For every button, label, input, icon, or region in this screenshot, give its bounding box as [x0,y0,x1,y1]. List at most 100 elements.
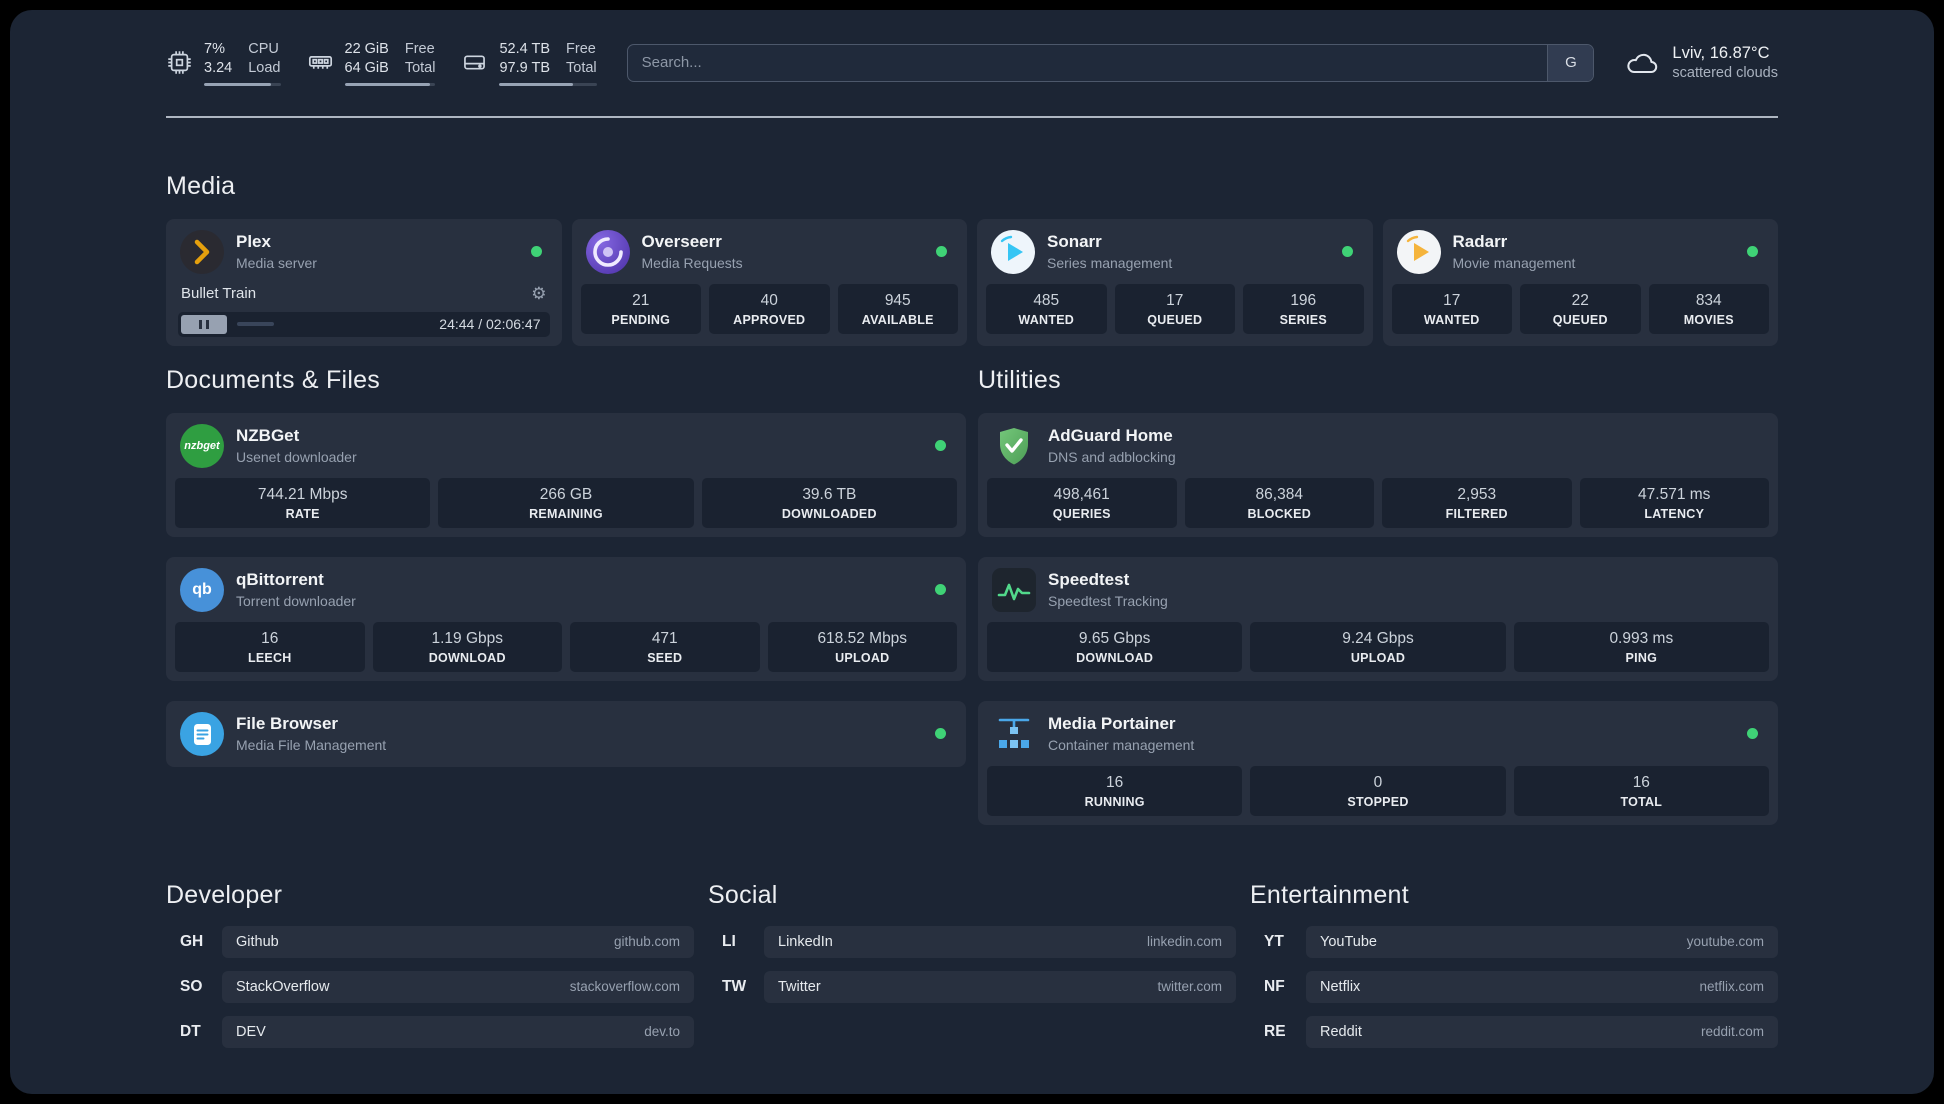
weather-condition: scattered clouds [1672,65,1778,82]
pause-button[interactable] [181,314,227,334]
playback-time: 24:44 / 02:06:47 [439,316,541,333]
entertainment-section-title: Entertainment [1250,880,1409,909]
qbittorrent-icon: qb [180,567,224,612]
stat-tile: 0 STOPPED [1250,765,1506,816]
bookmark-name: Reddit [1320,1023,1362,1040]
utilities-section-title: Utilities [978,365,1061,394]
stat-tile: 1.19 Gbps DOWNLOAD [372,621,562,672]
cloud-icon [1624,48,1660,78]
bookmark-name: Netflix [1320,978,1361,995]
stat-tile: 16 TOTAL [1513,765,1769,816]
bookmark-youtube[interactable]: YT YouTube youtube.com [1250,925,1778,958]
filebrowser-card[interactable]: File Browser Media File Management [166,700,966,767]
stat-tile: 471 SEED [570,621,760,672]
cpu-usage-bar [204,82,281,86]
status-dot [1341,246,1353,258]
developer-column: Developer GH Github github.com SO StackOv… [166,881,694,1048]
stat-tile: 21 PENDING [580,283,701,334]
bookmark-netflix[interactable]: NF Netflix netflix.com [1250,970,1778,1003]
bookmark-reddit[interactable]: RE Reddit reddit.com [1250,1015,1778,1048]
status-dot [1747,246,1758,258]
stat-tile: 266 GB REMAINING [438,477,694,528]
social-column: Social LI LinkedIn linkedin.com TW Twitte… [708,881,1236,1048]
sonarr-card[interactable]: Sonarr Series management 485 WANTED 17 Q… [977,218,1373,346]
cpu-labels: CPU Load [248,41,281,76]
plex-icon [180,229,224,274]
app-desc: Container management [1048,737,1195,754]
entertainment-column: Entertainment YT YouTube youtube.com NF N… [1250,881,1778,1048]
now-playing-title: Bullet Train [181,285,257,303]
app-desc: Series management [1047,255,1173,272]
radarr-icon [1396,229,1441,274]
bookmark-abbr: NF [1264,977,1285,995]
bookmark-url: netflix.com [1699,979,1764,995]
search-input[interactable] [627,44,1548,81]
radarr-card[interactable]: Radarr Movie management 17 WANTED 22 QUE… [1382,218,1778,346]
qbittorrent-card[interactable]: qb qBittorrent Torrent downloader 16 LEE… [166,556,966,681]
plex-now-playing: Bullet Train ⚙ 24:44 / 02:06:47 [175,284,553,337]
status-dot [530,246,542,258]
app-name: AdGuard Home [1048,426,1173,446]
documents-section-title: Documents & Files [166,365,381,394]
portainer-card[interactable]: Media Portainer Container management 16 … [978,700,1778,825]
media-progress-bar[interactable]: 24:44 / 02:06:47 [178,311,550,337]
app-name: NZBGet [236,426,300,446]
bookmark-twitter[interactable]: TW Twitter twitter.com [708,970,1236,1003]
speedtest-card[interactable]: Speedtest Speedtest Tracking 9.65 Gbps D… [978,556,1778,681]
stat-tile: 17 WANTED [1391,283,1512,334]
bookmark-name: DEV [236,1023,266,1040]
dashboard-window: 7% 3.24 CPU Load 22 GiB 64 GiB Free Tota… [10,10,1934,1094]
bookmark-url: stackoverflow.com [569,979,680,995]
disk-widget: 52.4 TB 97.9 TB Free Total [461,40,597,86]
bookmark-url: twitter.com [1157,979,1222,995]
bookmark-name: YouTube [1320,933,1377,950]
stat-tile: 39.6 TB DOWNLOADED [701,477,957,528]
bookmark-github[interactable]: GH Github github.com [166,925,694,958]
disk-icon [461,49,488,76]
search-provider-button[interactable]: G [1547,44,1594,81]
nzbget-icon: nzbget [180,423,224,468]
nzbget-card[interactable]: nzbget NZBGet Usenet downloader 744.21 M… [166,412,966,537]
bookmark-linkedin[interactable]: LI LinkedIn linkedin.com [708,925,1236,958]
bookmark-url: reddit.com [1700,1024,1764,1040]
bookmark-abbr: GH [180,932,204,950]
app-name: File Browser [236,714,339,734]
stat-tile: 16 RUNNING [987,765,1243,816]
speedtest-icon [992,567,1036,612]
stat-tile: 618.52 Mbps UPLOAD [767,621,957,672]
stat-tile: 9.65 Gbps DOWNLOAD [987,621,1243,672]
memory-values: 22 GiB 64 GiB [344,41,389,76]
bookmark-name: StackOverflow [236,978,330,995]
bookmark-dev[interactable]: DT DEV dev.to [166,1015,694,1048]
plex-card[interactable]: Plex Media server Bullet Train ⚙ 24:44 /… [166,218,562,346]
app-name: Media Portainer [1048,714,1176,734]
bookmark-stackoverflow[interactable]: SO StackOverflow stackoverflow.com [166,970,694,1003]
developer-section-title: Developer [166,880,283,909]
gear-icon[interactable]: ⚙ [531,284,546,304]
progress-track [237,315,429,334]
bookmark-name: Twitter [778,978,821,995]
status-dot [936,246,947,258]
status-dot [1747,728,1758,740]
bookmark-abbr: SO [180,977,203,995]
stat-tile: 86,384 BLOCKED [1184,477,1374,528]
stat-tile: 485 WANTED [986,283,1107,334]
cpu-values: 7% 3.24 [204,41,233,76]
status-dot [935,728,946,740]
app-desc: Movie management [1452,255,1576,272]
status-dot [935,584,946,596]
adguard-card[interactable]: AdGuard Home DNS and adblocking 498,461 … [978,412,1778,537]
media-section-title: Media [166,171,236,200]
memory-icon [307,49,334,76]
cpu-icon [166,49,193,76]
cpu-widget: 7% 3.24 CPU Load [166,40,281,86]
memory-widget: 22 GiB 64 GiB Free Total [307,40,436,86]
disk-values: 52.4 TB 97.9 TB [499,41,551,76]
weather-widget: Lviv, 16.87°C scattered clouds [1624,43,1778,83]
overseerr-card[interactable]: Overseerr Media Requests 21 PENDING 40 A… [571,218,967,346]
disk-usage-bar [499,82,597,86]
stat-tile: 16 LEECH [175,621,365,672]
overseerr-icon [585,229,630,274]
documents-column: Documents & Files nzbget NZBGet Usenet d… [166,346,966,767]
resource-widgets: 7% 3.24 CPU Load 22 GiB 64 GiB Free Tota… [166,40,597,86]
